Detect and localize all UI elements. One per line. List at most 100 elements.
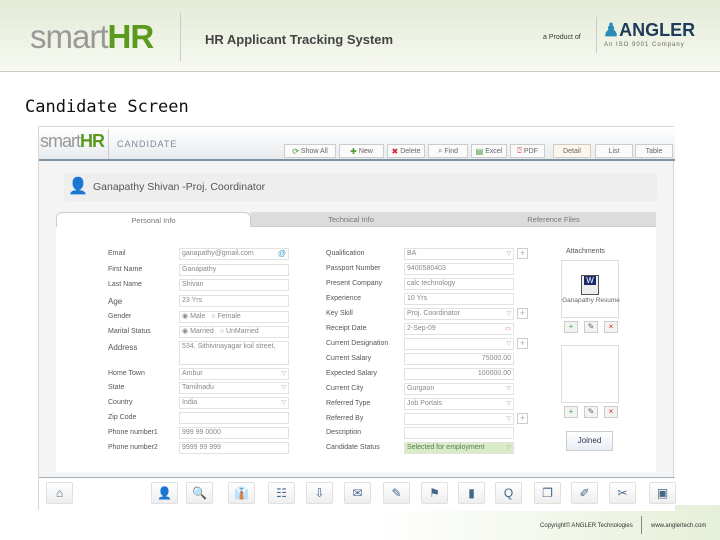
attachment-box[interactable]: W Ganapathy Resume (561, 260, 620, 318)
page-title: Candidate Screen (25, 97, 189, 117)
marital-status-radio-unmarried[interactable]: ○ UnMarried (220, 328, 259, 335)
passport-number-input[interactable]: 9400580403 (404, 263, 514, 275)
radio-label: Married (190, 328, 214, 335)
email-input[interactable]: ganapathy@gmail.com @ (179, 248, 289, 260)
pdf-button[interactable]: ⍰ PDF (510, 144, 545, 158)
view-detail-button[interactable]: Detail (553, 144, 591, 158)
chevron-down-icon[interactable]: ▽ (506, 249, 511, 259)
refresh-icon: ⟳ (292, 146, 299, 156)
candidate-button[interactable]: 👤 (151, 482, 178, 504)
chevron-down-icon[interactable]: ▽ (506, 399, 511, 409)
add-file-button[interactable]: + (564, 406, 578, 418)
view-list-button[interactable]: List (595, 144, 633, 158)
expected-salary-input[interactable]: 100000.00 (404, 368, 514, 380)
state-input[interactable]: Tamilnadu ▽ (179, 382, 289, 394)
joined-button[interactable]: Joined (566, 431, 613, 451)
qualification-input[interactable]: BA ▽ (404, 248, 514, 260)
edit-file-button[interactable]: ✎ (584, 321, 598, 333)
chevron-down-icon[interactable]: ▽ (281, 383, 286, 393)
receipt-date-input[interactable]: 2-Sep-09 ▭ (404, 323, 514, 335)
referred-type-label: Referred Type (326, 400, 371, 407)
find-button[interactable]: ⌕ Find (428, 144, 468, 158)
home-button[interactable]: ⌂ (46, 482, 73, 504)
age-input[interactable]: 23 Yrs (179, 295, 289, 307)
xml-export-button[interactable]: ⇩ (306, 482, 333, 504)
zip-code-label: Zip Code (108, 414, 137, 421)
last-name-input[interactable]: Shivan (179, 279, 289, 291)
documents-button[interactable]: ❐ (534, 482, 561, 504)
calendar-icon[interactable]: ▭ (505, 324, 511, 334)
current-salary-input[interactable]: 75000.00 (404, 353, 514, 365)
mail-button[interactable]: ✉ (344, 482, 371, 504)
website-link[interactable]: www.anglertech.com (651, 523, 706, 529)
present-company-input[interactable]: calc technology (404, 278, 514, 290)
database-button[interactable]: ▣ (649, 482, 676, 504)
edit-file-button[interactable]: ✎ (584, 406, 598, 418)
employee-button[interactable]: 👔 (228, 482, 255, 504)
gender-radio-group: ◉ Male ○ Female (179, 311, 289, 323)
home-town-input[interactable]: Ambur ▽ (179, 368, 289, 380)
search-button[interactable]: 🔍 (186, 482, 213, 504)
gender-radio-female[interactable]: ○ Female (211, 313, 241, 320)
country-input[interactable]: India ▽ (179, 397, 289, 409)
phone-number2-label: Phone number2 (108, 444, 158, 451)
user-list-icon: ☷ (276, 486, 287, 500)
key-skill-label: Key Skill (326, 310, 353, 317)
gender-radio-male[interactable]: ◉ Male (182, 313, 205, 320)
input-value: 9400580403 (407, 265, 446, 272)
chevron-down-icon[interactable]: ▽ (281, 369, 286, 379)
current-designation-input[interactable]: ▽ (404, 338, 514, 350)
chevron-down-icon[interactable]: ▽ (506, 309, 511, 319)
address-input[interactable]: 534, Sithivinayagar koil street, (179, 341, 289, 365)
input-value: 534, Sithivinayagar koil street, (182, 343, 276, 350)
user-list-button[interactable]: ☷ (268, 482, 295, 504)
chevron-down-icon[interactable]: ▽ (506, 414, 511, 424)
phone-number2-input[interactable]: 9999 99 999 (179, 442, 289, 454)
add-current-designation-button[interactable]: + (517, 338, 528, 349)
show-all-button[interactable]: ⟳ Show All (284, 144, 336, 158)
attachment-box-2[interactable] (561, 345, 619, 403)
add-key-skill-button[interactable]: + (517, 308, 528, 319)
tab-personal-info[interactable]: Personal Info (56, 212, 251, 227)
current-city-input[interactable]: Gurgaon ▽ (404, 383, 514, 395)
new-button[interactable]: ✚ New (339, 144, 384, 158)
remove-file-button[interactable]: × (604, 321, 618, 333)
phone-number1-input[interactable]: 999 99 0000 (179, 427, 289, 439)
query-button[interactable]: Q (495, 482, 522, 504)
candidate-status-input[interactable]: Selected for employment ▽ (404, 442, 514, 454)
excel-button[interactable]: ▤ Excel (471, 144, 507, 158)
zip-code-input[interactable] (179, 412, 289, 424)
key-skill-input[interactable]: Proj. Coordinator ▽ (404, 308, 514, 320)
remove-file-button[interactable]: × (604, 406, 618, 418)
tab-reference-files[interactable]: Reference Files (451, 212, 656, 227)
add-referred-by-button[interactable]: + (517, 413, 528, 424)
add-file-button[interactable]: + (564, 321, 578, 333)
marital-status-radio-group: ◉ Married ○ UnMarried (179, 326, 289, 338)
angler-mark-icon: ♟ (603, 20, 620, 40)
candidate-name: Ganapathy Shivan -Proj. Coordinator (93, 181, 266, 193)
pen-icon: ✎ (391, 486, 402, 500)
documents-icon: ❐ (542, 486, 553, 500)
pen-button[interactable]: ✎ (383, 482, 410, 504)
chevron-down-icon[interactable]: ▽ (506, 384, 511, 394)
referred-type-input[interactable]: Job Portals ▽ (404, 398, 514, 410)
experience-input[interactable]: 10 Yrs (404, 293, 514, 305)
email-icon[interactable]: @ (278, 249, 286, 259)
first-name-input[interactable]: Ganapathy (179, 264, 289, 276)
view-table-button[interactable]: Table (635, 144, 673, 158)
chevron-down-icon[interactable]: ▽ (281, 398, 286, 408)
bar-chart-button[interactable]: ▮ (458, 482, 485, 504)
add-qualification-button[interactable]: + (517, 248, 528, 259)
description-input[interactable] (404, 427, 514, 439)
chart-people-button[interactable]: ⚑ (421, 482, 448, 504)
candidate-avatar-icon: 👤 (68, 178, 88, 195)
notes-button[interactable]: ✐ (571, 482, 598, 504)
chevron-down-icon[interactable]: ▽ (506, 443, 511, 453)
tab-technical-info[interactable]: Technical Info (251, 212, 451, 227)
tools-button[interactable]: ✂ (609, 482, 636, 504)
chevron-down-icon[interactable]: ▽ (506, 339, 511, 349)
referred-by-input[interactable]: ▽ (404, 413, 514, 425)
marital-status-radio-married[interactable]: ◉ Married (182, 328, 214, 335)
attachment-file-name[interactable]: Ganapathy Resume (562, 297, 620, 304)
delete-button[interactable]: ✖ Delete (387, 144, 425, 158)
